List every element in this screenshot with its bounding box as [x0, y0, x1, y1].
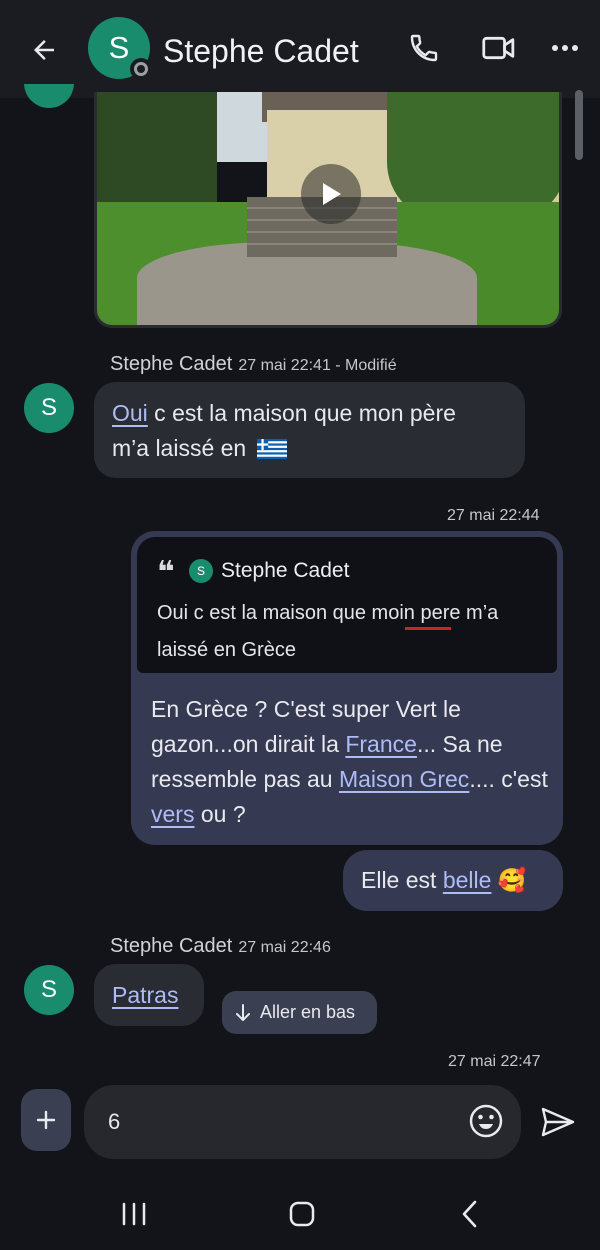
- emoji-icon[interactable]: [468, 1103, 504, 1139]
- outgoing-message-bubble[interactable]: Elle est belle 🥰: [343, 850, 563, 911]
- message-text: c est la maison que mon père: [147, 400, 456, 426]
- outgoing-reply-bubble[interactable]: ❝ S Stephe Cadet Oui c est la maison que…: [131, 531, 563, 845]
- nav-back-icon[interactable]: [440, 1192, 500, 1236]
- message-input-field[interactable]: 6: [84, 1085, 521, 1159]
- quote-text: Oui c est la maison que moin pere m’a la…: [157, 602, 499, 661]
- message-time: 27 mai 22:46: [238, 939, 331, 956]
- message-text: Elle est: [361, 867, 443, 893]
- avatar[interactable]: S: [24, 965, 74, 1015]
- recent-apps-icon[interactable]: [104, 1192, 164, 1236]
- arrow-down-icon: [236, 1003, 250, 1021]
- message-sender-header: Stephe Cadet 27 mai 22:41 - Modifié: [110, 353, 397, 376]
- quote-mark-icon: ❝: [157, 556, 175, 589]
- add-icon: [36, 1110, 56, 1130]
- spellcheck-underline: [405, 627, 451, 630]
- smiling-face-hearts-emoji: 🥰: [497, 867, 527, 893]
- avatar[interactable]: S: [24, 383, 74, 433]
- contact-name[interactable]: Stephe Cadet: [163, 33, 359, 70]
- reply-link[interactable]: Maison Grec: [339, 766, 469, 792]
- play-icon[interactable]: [301, 164, 361, 224]
- quote-avatar: S: [189, 559, 213, 583]
- scrollbar[interactable]: [575, 90, 583, 160]
- message-time: 27 mai 22:47: [448, 1053, 541, 1070]
- phone-icon[interactable]: [402, 26, 446, 70]
- sender-name: Stephe Cadet: [110, 935, 233, 957]
- message-time: 27 mai 22:41 - Modifié: [238, 357, 397, 374]
- home-icon[interactable]: [272, 1192, 332, 1236]
- reply-text-part: .... c'est: [469, 766, 548, 792]
- reply-text: En Grèce ? C'est super Vert le gazon...o…: [151, 692, 551, 832]
- message-sender-header: Stephe Cadet 27 mai 22:46: [110, 935, 331, 958]
- sender-name: Stephe Cadet: [110, 353, 233, 375]
- reply-link[interactable]: vers: [151, 801, 194, 827]
- incoming-message-bubble[interactable]: Oui c est la maison que mon père m’a lai…: [94, 382, 525, 478]
- back-arrow-icon[interactable]: [20, 26, 68, 74]
- add-attachment-button[interactable]: [21, 1089, 71, 1151]
- greece-flag-icon: [256, 439, 287, 459]
- message-link[interactable]: belle: [443, 867, 492, 893]
- scroll-to-bottom-button[interactable]: Aller en bas: [222, 991, 377, 1034]
- quote-sender-name: Stephe Cadet: [221, 559, 350, 582]
- top-app-bar: S Stephe Cadet: [0, 0, 600, 98]
- message-text: m’a laissé en: [112, 435, 247, 461]
- message-link[interactable]: Oui: [112, 400, 148, 426]
- video-call-icon[interactable]: [477, 26, 521, 70]
- reply-text-part: ou ?: [194, 801, 246, 827]
- message-time: 27 mai 22:44: [447, 507, 540, 524]
- avatar: [24, 84, 74, 108]
- video-thumbnail[interactable]: [94, 92, 562, 328]
- more-options-icon[interactable]: [543, 26, 587, 70]
- scroll-to-bottom-label: Aller en bas: [260, 1002, 356, 1022]
- presence-indicator-icon: [130, 58, 152, 80]
- message-link[interactable]: Patras: [112, 982, 178, 1008]
- incoming-message-bubble[interactable]: Patras: [94, 964, 204, 1026]
- message-input-text[interactable]: 6: [108, 1109, 120, 1135]
- reply-link[interactable]: France: [345, 731, 417, 757]
- quoted-message[interactable]: ❝ S Stephe Cadet Oui c est la maison que…: [137, 537, 557, 673]
- send-icon[interactable]: [536, 1100, 580, 1144]
